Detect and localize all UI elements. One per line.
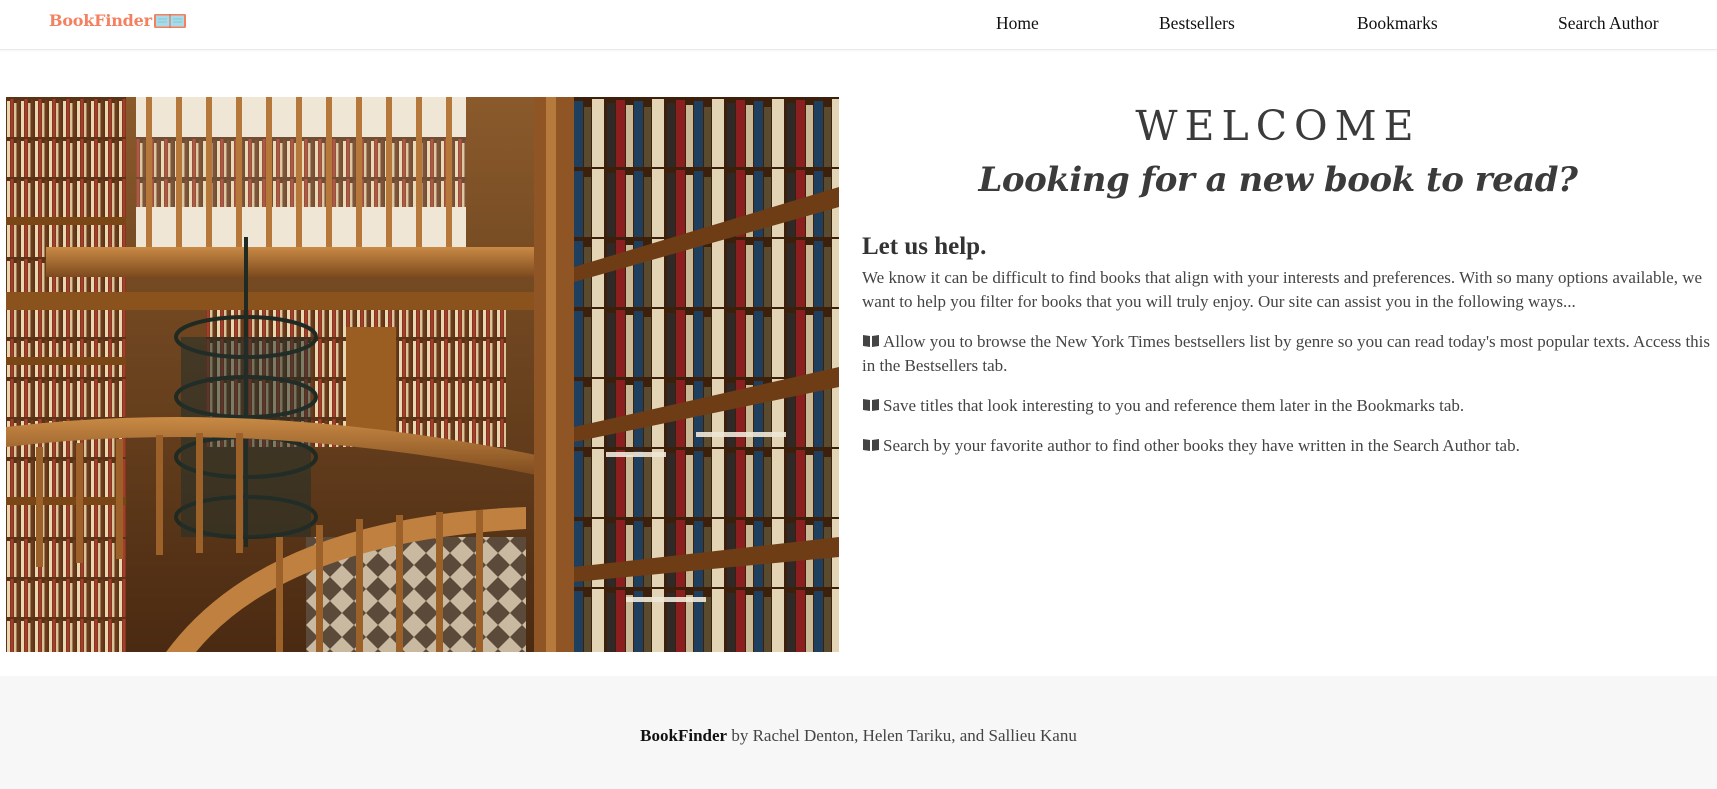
footer-credits: by Rachel Denton, Helen Tariku, and Sall… xyxy=(731,726,1077,745)
tagline-heading: Looking for a new book to read? xyxy=(978,160,1578,200)
feature-item: Save titles that look interesting to you… xyxy=(862,394,1712,418)
open-book-logo-icon xyxy=(153,13,186,28)
book-open-icon xyxy=(863,399,879,411)
brand-logo[interactable]: BookFinder xyxy=(49,11,187,30)
feature-item: Allow you to browse the New York Times b… xyxy=(862,330,1712,378)
library-illustration xyxy=(6,97,839,652)
footer-credits-line: BookFinder by Rachel Denton, Helen Tarik… xyxy=(0,726,1717,746)
page-footer: BookFinder by Rachel Denton, Helen Tarik… xyxy=(0,676,1717,789)
intro-paragraph: We know it can be difficult to find book… xyxy=(862,268,1703,311)
nav-link-search-author[interactable]: Search Author xyxy=(1558,13,1659,34)
library-hero-image xyxy=(6,97,839,652)
top-navbar: BookFinder Home Bestsellers Bookmarks Se… xyxy=(0,0,1717,50)
book-open-icon xyxy=(863,335,879,347)
footer-brand: BookFinder xyxy=(640,726,728,745)
welcome-heading: WELCOME xyxy=(1135,102,1421,150)
feature-text: Allow you to browse the New York Times b… xyxy=(862,332,1711,375)
feature-text: Search by your favorite author to find o… xyxy=(883,436,1520,455)
nav-link-bestsellers[interactable]: Bestsellers xyxy=(1159,13,1235,34)
feature-item: Search by your favorite author to find o… xyxy=(862,434,1712,458)
feature-text: Save titles that look interesting to you… xyxy=(883,396,1465,415)
brand-name: BookFinder xyxy=(49,11,152,30)
nav-link-home[interactable]: Home xyxy=(996,13,1039,34)
nav-link-bookmarks[interactable]: Bookmarks xyxy=(1357,13,1438,34)
help-title: Let us help. xyxy=(862,233,987,260)
book-open-icon xyxy=(863,439,879,451)
